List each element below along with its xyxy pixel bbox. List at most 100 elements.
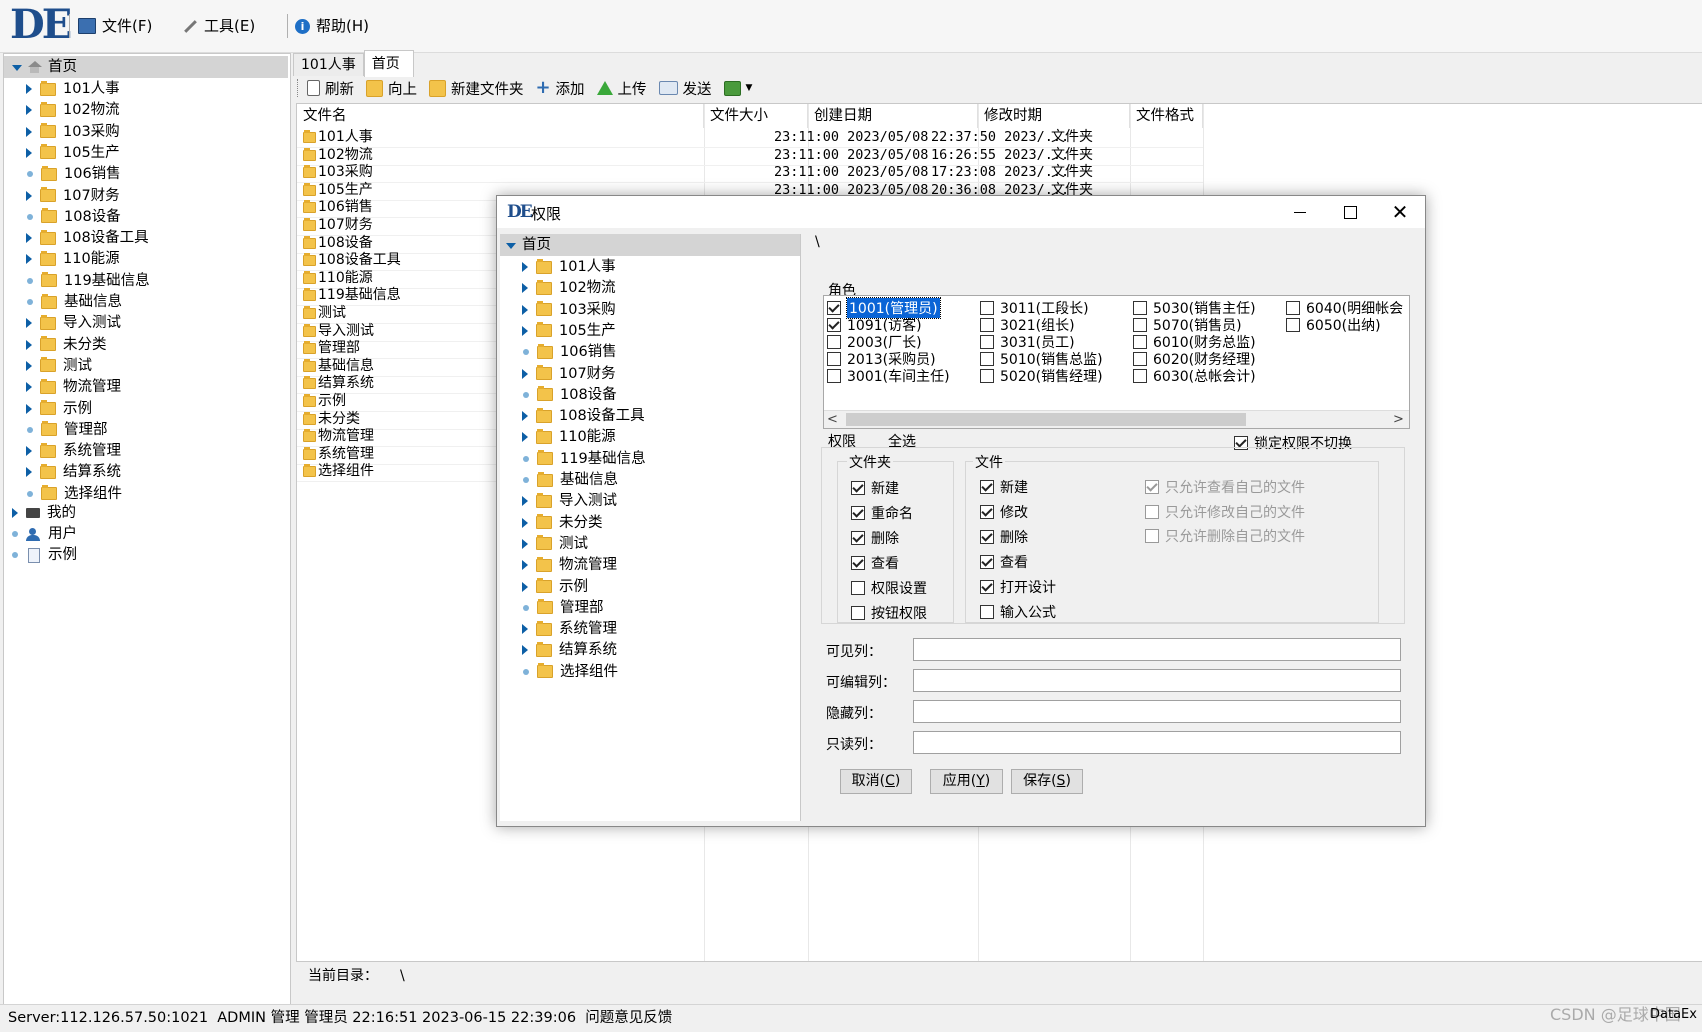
tab-home[interactable]: 首页	[363, 50, 414, 77]
tree-item[interactable]: 106销售	[26, 163, 121, 185]
refresh-button[interactable]: 刷新	[307, 78, 354, 99]
tree-item-examples[interactable]: 示例	[11, 544, 77, 566]
column-header-created[interactable]: 创建日期	[808, 104, 978, 128]
expand-arrow-icon[interactable]	[522, 517, 528, 528]
column-header-size[interactable]: 文件大小	[704, 104, 808, 128]
dialog-tree-item[interactable]: 101人事	[522, 256, 616, 278]
close-button[interactable]: ✕	[1377, 196, 1423, 228]
tree-item-mine[interactable]: 我的	[12, 502, 76, 524]
file-perms-checkbox[interactable]: 新建	[980, 477, 1028, 497]
minimize-button[interactable]	[1277, 196, 1323, 228]
tree-item[interactable]: 105生产	[26, 142, 120, 164]
file-perms-checkbox[interactable]: 打开设计	[980, 577, 1056, 597]
expand-arrow-icon[interactable]	[26, 339, 32, 350]
menu-help[interactable]: i 帮助(H)	[295, 15, 369, 37]
dialog-tree-item[interactable]: 108设备工具	[522, 405, 645, 427]
file-perms-checkbox[interactable]: 删除	[980, 527, 1028, 547]
tree-item[interactable]: 103采购	[26, 121, 120, 143]
dialog-tree-item[interactable]: 基础信息	[522, 469, 618, 491]
dialog-tree-item[interactable]: 测试	[522, 533, 588, 555]
expand-arrow-icon[interactable]	[522, 432, 528, 443]
folder-perms-checkbox[interactable]: 按钮权限	[851, 603, 927, 623]
expand-arrow-icon[interactable]	[26, 147, 32, 158]
dialog-tree-item[interactable]: 106销售	[522, 341, 617, 363]
column-header-name[interactable]: 文件名	[297, 104, 704, 128]
expand-arrow-icon[interactable]	[12, 508, 18, 518]
tree-item[interactable]: 101人事	[26, 78, 120, 100]
expand-arrow-icon[interactable]	[26, 318, 32, 329]
expand-arrow-icon[interactable]	[26, 467, 32, 478]
dialog-tree-item[interactable]: 107财务	[522, 363, 616, 385]
dialog-tree-item[interactable]: 系统管理	[522, 618, 617, 640]
dialog-tree-root[interactable]: 首页	[500, 234, 800, 256]
expand-arrow-icon[interactable]	[522, 325, 528, 336]
dialog-tree-item[interactable]: 管理部	[522, 597, 604, 619]
tree-item[interactable]: 物流管理	[26, 376, 121, 398]
expand-arrow-icon[interactable]	[26, 105, 32, 116]
tree-item[interactable]: 基础信息	[26, 291, 122, 313]
file-perms-checkbox[interactable]: 查看	[980, 552, 1028, 572]
upload-button[interactable]: 上传	[596, 78, 647, 99]
save-button[interactable]: 保存(S)	[1011, 769, 1083, 794]
file-perms-checkbox[interactable]: 输入公式	[980, 602, 1056, 622]
folder-perms-checkbox[interactable]: 重命名	[851, 503, 913, 523]
tree-item[interactable]: 未分类	[26, 334, 107, 356]
tree-root-home[interactable]: 首页	[4, 56, 288, 78]
expand-arrow-icon[interactable]	[522, 624, 528, 635]
expand-arrow-icon[interactable]	[522, 496, 528, 507]
column-header-format[interactable]: 文件格式	[1130, 104, 1203, 128]
role-list[interactable]: 1001(管理员) 1091(访客) 2003(厂长) 2013(采购员) 3001(车…	[823, 295, 1410, 429]
dialog-tree-item[interactable]: 未分类	[522, 512, 603, 534]
new-folder-button[interactable]: 新建文件夹	[429, 78, 524, 99]
expand-arrow-icon[interactable]	[26, 403, 32, 414]
role-checkbox[interactable]: 5020(销售经理)	[980, 366, 1103, 386]
expand-arrow-icon[interactable]	[522, 368, 528, 379]
navigation-tree[interactable]: 首页 101人事 102物流 103采购 105生产 106销售 107财务 108设备 10…	[3, 53, 291, 1005]
menu-tools[interactable]: 工具(E)	[182, 15, 255, 37]
column-header-modified[interactable]: 修改时期	[978, 104, 1130, 128]
add-button[interactable]: + 添加	[536, 78, 585, 99]
collapse-arrow-icon[interactable]	[12, 65, 22, 71]
role-checkbox[interactable]: 6030(总帐会计)	[1133, 366, 1256, 386]
visible-columns-input[interactable]	[913, 638, 1401, 661]
own-perms-checkbox[interactable]: 只允许查看自己的文件	[1145, 477, 1305, 497]
tree-item[interactable]: 示例	[26, 398, 92, 420]
dialog-tree-item[interactable]: 110能源	[522, 426, 616, 448]
tree-item[interactable]: 测试	[26, 355, 92, 377]
apply-button[interactable]: 应用(Y)	[930, 769, 1003, 794]
up-button[interactable]: 向上	[366, 78, 417, 99]
expand-arrow-icon[interactable]	[26, 190, 32, 201]
expand-arrow-icon[interactable]	[26, 446, 32, 457]
tree-item[interactable]: 108设备	[26, 206, 121, 228]
tree-item-users[interactable]: 用户	[11, 523, 77, 545]
image-dropdown-button[interactable]: ▼	[723, 80, 752, 96]
expand-arrow-icon[interactable]	[26, 84, 32, 94]
expand-arrow-icon[interactable]	[522, 411, 528, 422]
expand-arrow-icon[interactable]	[26, 254, 32, 265]
file-perms-checkbox[interactable]: 修改	[980, 502, 1028, 522]
expand-arrow-icon[interactable]	[522, 645, 528, 656]
dialog-tree-item[interactable]: 物流管理	[522, 554, 617, 576]
dialog-title-bar[interactable]: DE 权限 ✕	[497, 196, 1425, 228]
expand-arrow-icon[interactable]	[26, 233, 32, 244]
expand-arrow-icon[interactable]	[522, 581, 528, 592]
folder-perms-checkbox[interactable]: 查看	[851, 553, 899, 573]
tree-item[interactable]: 结算系统	[26, 461, 121, 483]
expand-arrow-icon[interactable]	[522, 283, 528, 294]
cancel-button[interactable]: 取消(C)	[840, 769, 912, 794]
expand-arrow-icon[interactable]	[522, 560, 528, 571]
dialog-tree-item[interactable]: 119基础信息	[522, 448, 646, 470]
tree-item[interactable]: 导入测试	[26, 312, 121, 334]
tree-item[interactable]: 119基础信息	[26, 270, 150, 292]
scrollbar-thumb[interactable]	[846, 413, 1246, 426]
readonly-columns-input[interactable]	[913, 731, 1401, 754]
editable-columns-input[interactable]	[913, 669, 1401, 692]
scroll-left-icon[interactable]: <	[824, 411, 841, 428]
tree-item[interactable]: 系统管理	[26, 440, 121, 462]
collapse-arrow-icon[interactable]	[506, 243, 516, 249]
tree-item[interactable]: 107财务	[26, 185, 120, 207]
folder-perms-checkbox[interactable]: 删除	[851, 528, 899, 548]
dialog-tree-item[interactable]: 结算系统	[522, 639, 617, 661]
send-button[interactable]: 发送	[658, 78, 712, 99]
dialog-tree-item[interactable]: 导入测试	[522, 490, 617, 512]
